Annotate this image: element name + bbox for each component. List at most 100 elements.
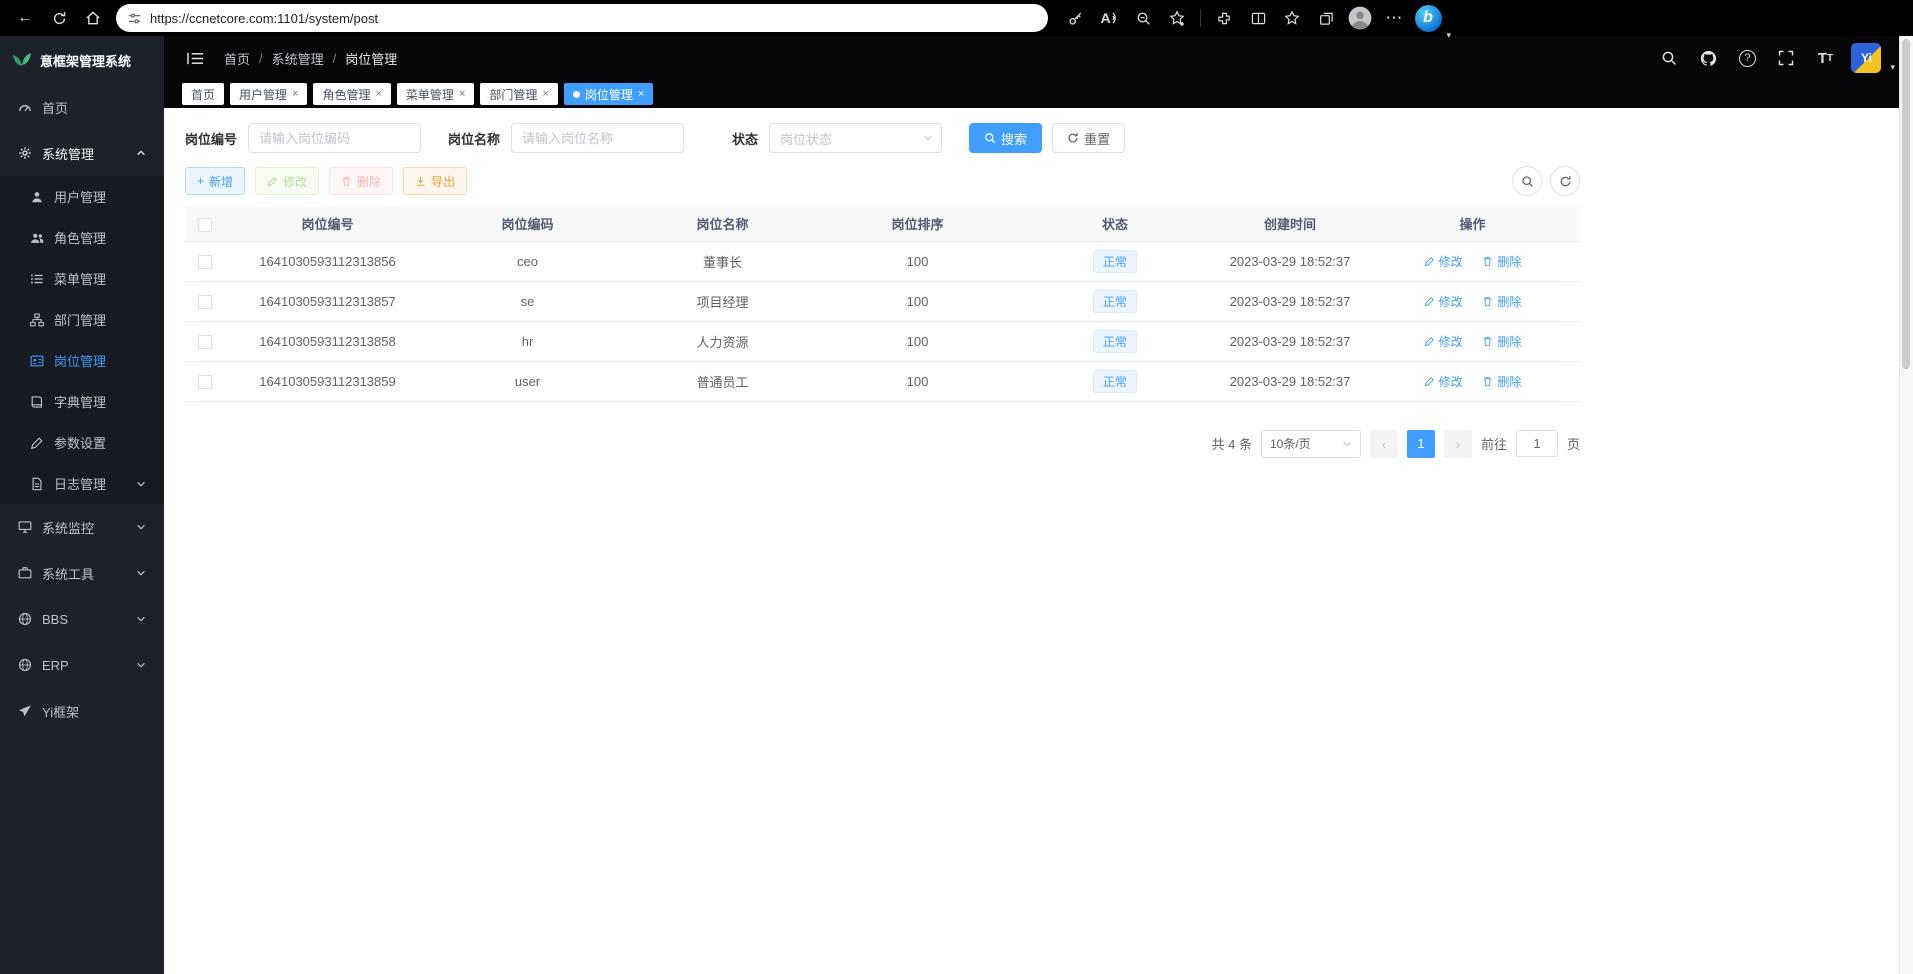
font-size-icon[interactable]: TT — [1812, 45, 1838, 71]
split-screen-icon[interactable] — [1241, 3, 1275, 33]
table-row[interactable]: 1641030593112313856 ceo 董事长 100 正常 2023-… — [185, 241, 1580, 281]
sidebar-item-log-management[interactable]: 日志管理 — [0, 463, 164, 504]
close-icon[interactable]: × — [292, 89, 298, 100]
row-delete-link[interactable]: 删除 — [1482, 253, 1521, 270]
row-checkbox[interactable] — [198, 255, 212, 269]
tab-post-management[interactable]: 岗位管理 × — [564, 83, 653, 105]
header-search-icon[interactable] — [1656, 45, 1682, 71]
zoom-out-icon[interactable] — [1126, 3, 1160, 33]
status-badge: 正常 — [1093, 290, 1137, 313]
help-icon[interactable]: ? — [1734, 45, 1760, 71]
github-icon[interactable] — [1695, 45, 1721, 71]
row-edit-label: 修改 — [1439, 253, 1463, 270]
row-edit-link[interactable]: 修改 — [1424, 293, 1463, 310]
row-edit-link[interactable]: 修改 — [1424, 333, 1463, 350]
cell-created-time: 2023-03-29 18:52:37 — [1215, 241, 1365, 281]
table-row[interactable]: 1641030593112313859 user 普通员工 100 正常 202… — [185, 361, 1580, 401]
select-all-checkbox[interactable] — [198, 218, 212, 232]
close-icon[interactable]: × — [375, 89, 381, 100]
extensions-icon[interactable] — [1207, 3, 1241, 33]
breadcrumb-home[interactable]: 首页 — [224, 49, 250, 68]
read-aloud-icon[interactable]: A — [1092, 3, 1126, 33]
row-delete-label: 删除 — [1497, 333, 1521, 350]
sidebar-item-department-management[interactable]: 部门管理 — [0, 299, 164, 340]
sidebar-item-role-management[interactable]: 角色管理 — [0, 217, 164, 258]
address-bar[interactable]: https://ccnetcore.com:1101/system/post — [116, 4, 1048, 32]
tab-user-management[interactable]: 用户管理 × — [230, 83, 307, 105]
row-delete-link[interactable]: 删除 — [1482, 373, 1521, 390]
cell-post-name: 普通员工 — [625, 361, 820, 401]
bing-sidebar-button[interactable]: b ▾ — [1411, 3, 1445, 33]
goto-page-input[interactable] — [1516, 430, 1558, 457]
site-permissions-icon[interactable] — [128, 12, 141, 25]
row-checkbox[interactable] — [198, 375, 212, 389]
edit-button[interactable]: 修改 — [255, 167, 319, 195]
close-icon[interactable]: × — [542, 89, 548, 100]
sidebar-item-system-management[interactable]: 系统管理 — [0, 130, 164, 176]
users-icon — [30, 231, 44, 245]
export-button[interactable]: 导出 — [403, 167, 467, 195]
browser-menu-ellipsis-icon[interactable]: ⋯ — [1377, 3, 1411, 33]
sidebar-item-system-tools[interactable]: 系统工具 — [0, 550, 164, 596]
search-button[interactable]: 搜索 — [969, 123, 1042, 153]
post-name-input[interactable] — [511, 123, 684, 153]
reset-button[interactable]: 重置 — [1052, 123, 1125, 153]
url-text[interactable]: https://ccnetcore.com:1101/system/post — [150, 11, 378, 26]
show-search-toggle-button[interactable] — [1512, 166, 1542, 196]
scrollbar-thumb[interactable] — [1902, 39, 1910, 369]
fullscreen-icon[interactable] — [1773, 45, 1799, 71]
tab-department-management[interactable]: 部门管理 × — [480, 83, 557, 105]
sidebar-item-dictionary-management[interactable]: 字典管理 — [0, 381, 164, 422]
collections-icon[interactable] — [1309, 3, 1343, 33]
sidebar-item-bbs[interactable]: BBS — [0, 596, 164, 642]
close-icon[interactable]: × — [459, 89, 465, 100]
sidebar-item-system-monitoring[interactable]: 系统监控 — [0, 504, 164, 550]
tab-home[interactable]: 首页 — [182, 83, 224, 105]
sidebar-item-menu-management[interactable]: 菜单管理 — [0, 258, 164, 299]
row-delete-link[interactable]: 删除 — [1482, 293, 1521, 310]
table-row[interactable]: 1641030593112313858 hr 人力资源 100 正常 2023-… — [185, 321, 1580, 361]
collapse-sidebar-icon[interactable] — [182, 45, 208, 71]
browser-home-icon[interactable] — [76, 3, 110, 33]
refresh-table-button[interactable] — [1550, 166, 1580, 196]
app-logo[interactable]: 意框架管理系统 — [0, 36, 164, 84]
sidebar-item-erp[interactable]: ERP — [0, 642, 164, 688]
close-icon[interactable]: × — [638, 89, 644, 100]
tab-menu-management[interactable]: 菜单管理 × — [397, 83, 474, 105]
add-button[interactable]: + 新增 — [185, 167, 245, 195]
reset-button-label: 重置 — [1084, 129, 1110, 148]
next-page-button[interactable]: › — [1444, 430, 1472, 458]
column-status: 状态 — [1015, 207, 1215, 241]
post-code-input[interactable] — [248, 123, 421, 153]
sidebar-item-user-management[interactable]: 用户管理 — [0, 176, 164, 217]
sidebar-item-home[interactable]: 首页 — [0, 84, 164, 130]
add-favorite-star-icon[interactable] — [1160, 3, 1194, 33]
row-edit-link[interactable]: 修改 — [1424, 253, 1463, 270]
page-scrollbar[interactable] — [1899, 36, 1913, 974]
sidebar-item-parameter-settings[interactable]: 参数设置 — [0, 422, 164, 463]
row-checkbox[interactable] — [198, 335, 212, 349]
delete-button[interactable]: 删除 — [329, 167, 393, 195]
browser-back-icon[interactable]: ← — [8, 3, 42, 33]
tab-role-management[interactable]: 角色管理 × — [313, 83, 390, 105]
row-delete-link[interactable]: 删除 — [1482, 333, 1521, 350]
user-avatar[interactable]: Yi — [1851, 43, 1881, 73]
table-row[interactable]: 1641030593112313857 se 项目经理 100 正常 2023-… — [185, 281, 1580, 321]
page-size-select[interactable]: 10条/页 — [1261, 430, 1361, 458]
browser-profile-avatar[interactable] — [1343, 3, 1377, 33]
bing-caret-icon[interactable]: ▾ — [1446, 30, 1451, 41]
password-key-icon[interactable] — [1058, 3, 1092, 33]
browser-refresh-icon[interactable] — [42, 3, 76, 33]
favorites-bar-icon[interactable] — [1275, 3, 1309, 33]
sidebar-item-yi-framework[interactable]: Yi框架 — [0, 688, 164, 734]
goto-label: 前往 — [1481, 434, 1507, 453]
cell-post-sort: 100 — [820, 281, 1015, 321]
row-edit-link[interactable]: 修改 — [1424, 373, 1463, 390]
status-select[interactable]: 岗位状态 — [769, 123, 942, 153]
page-number-button[interactable]: 1 — [1407, 430, 1435, 458]
sidebar-item-post-management[interactable]: 岗位管理 — [0, 340, 164, 381]
row-checkbox[interactable] — [198, 295, 212, 309]
avatar-caret-icon[interactable]: ▾ — [1890, 62, 1895, 73]
breadcrumb-system[interactable]: 系统管理 — [272, 49, 324, 68]
prev-page-button[interactable]: ‹ — [1370, 430, 1398, 458]
